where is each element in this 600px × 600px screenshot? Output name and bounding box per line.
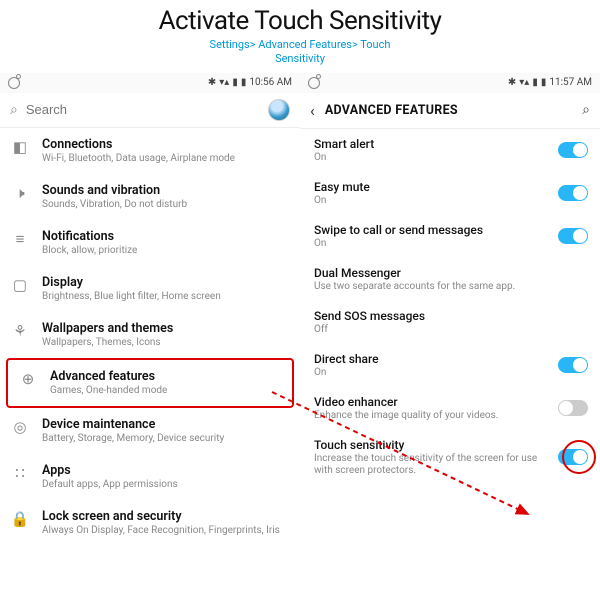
bluetooth-icon: ✱ [208,77,216,88]
item-smart-alert[interactable]: Smart alertOn [300,129,600,172]
header-title: ADVANCED FEATURES [325,103,572,118]
bluetooth-icon: ✱ [508,77,516,88]
item-dual-messenger[interactable]: Dual MessengerUse two separate accounts … [300,258,600,301]
connections-icon: ◧ [10,138,30,156]
battery-icon: ▮ [541,77,547,88]
highlight-circle [562,440,596,474]
list-item-notifications[interactable]: ≡ NotificationsBlock, allow, prioritize [0,220,300,266]
lock-icon: 🔒 [10,510,30,528]
advanced-features-screen: ✱ ▾▴ ▮ ▮ 11:57 AM ‹ ADVANCED FEATURES ⌕ … [300,73,600,546]
list-item-apps[interactable]: ∷ AppsDefault apps, App permissions [0,454,300,500]
item-sos[interactable]: Send SOS messagesOff [300,301,600,344]
item-touch-sensitivity[interactable]: Touch sensitivityIncrease the touch sens… [300,430,600,485]
wifi-icon: ▾▴ [219,77,229,88]
search-icon[interactable]: ⌕ [582,102,590,118]
status-bar: ✱ ▾▴ ▮ ▮ 11:57 AM [300,73,600,93]
sound-icon: 🕨 [10,184,30,202]
signal-icon: ▮ [232,77,238,88]
screen-header: ‹ ADVANCED FEATURES ⌕ [300,93,600,129]
toggle-video-enhancer[interactable] [558,400,588,416]
display-icon: ▢ [10,276,30,294]
item-easy-mute[interactable]: Easy muteOn [300,172,600,215]
item-video-enhancer[interactable]: Video enhancerEnhance the image quality … [300,387,600,430]
list-item-advanced-features[interactable]: ⊕ Advanced featuresGames, One-handed mod… [6,358,294,408]
settings-list: ◧ ConnectionsWi-Fi, Bluetooth, Data usag… [0,128,300,546]
page-title: Activate Touch Sensitivity [0,0,600,36]
toggle-smart-alert[interactable] [558,142,588,158]
search-input[interactable] [26,102,260,117]
list-item-connections[interactable]: ◧ ConnectionsWi-Fi, Bluetooth, Data usag… [0,128,300,174]
clock: 11:57 AM [549,77,592,88]
item-direct-share[interactable]: Direct shareOn [300,344,600,387]
list-item-lockscreen[interactable]: 🔒 Lock screen and securityAlways On Disp… [0,500,300,546]
list-item-sounds[interactable]: 🕨 Sounds and vibrationSounds, Vibration,… [0,174,300,220]
toggle-easy-mute[interactable] [558,185,588,201]
breadcrumb: Settings> Advanced Features> Touch Sensi… [0,38,600,67]
battery-icon: ▮ [241,77,247,88]
status-bar: ✱ ▾▴ ▮ ▮ 10:56 AM [0,73,300,93]
list-item-wallpapers[interactable]: ⚘ Wallpapers and themesWallpapers, Theme… [0,312,300,358]
advanced-icon: ⊕ [18,370,38,388]
reddit-icon [8,77,20,89]
avatar[interactable] [268,99,290,121]
back-button[interactable]: ‹ [310,101,315,120]
device-icon: ◎ [10,418,30,436]
toggle-swipe-call[interactable] [558,228,588,244]
toggle-direct-share[interactable] [558,357,588,373]
wifi-icon: ▾▴ [519,77,529,88]
notifications-icon: ≡ [10,230,30,248]
list-item-display[interactable]: ▢ DisplayBrightness, Blue light filter, … [0,266,300,312]
list-item-device-maintenance[interactable]: ◎ Device maintenanceBattery, Storage, Me… [0,408,300,454]
apps-icon: ∷ [10,464,30,482]
reddit-icon [308,77,320,89]
wallpaper-icon: ⚘ [10,322,30,340]
item-swipe-call[interactable]: Swipe to call or send messagesOn [300,215,600,258]
clock: 10:56 AM [249,77,292,88]
settings-screen: ✱ ▾▴ ▮ ▮ 10:56 AM ⌕ ◧ ConnectionsWi-Fi, … [0,73,300,546]
signal-icon: ▮ [532,77,538,88]
search-bar[interactable]: ⌕ [0,93,300,128]
search-icon: ⌕ [10,102,18,118]
advanced-list: Smart alertOn Easy muteOn Swipe to call … [300,129,600,485]
